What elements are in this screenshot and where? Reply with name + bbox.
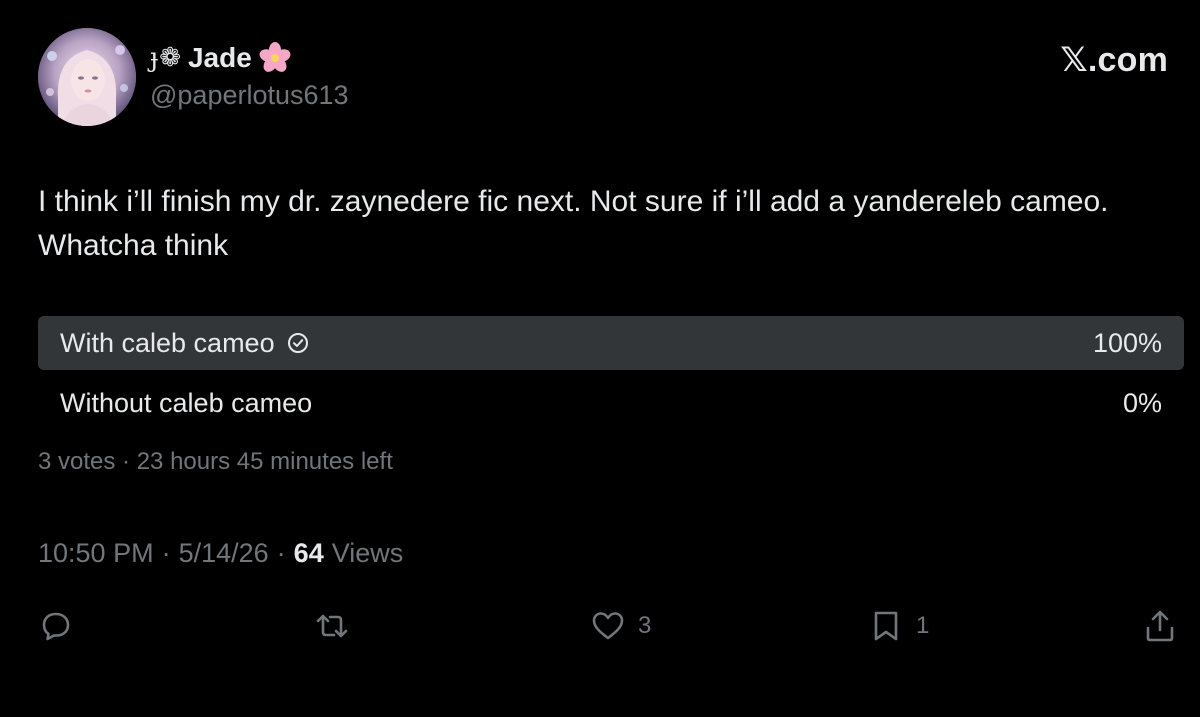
share-button[interactable]	[1142, 606, 1178, 646]
reply-button[interactable]	[38, 606, 86, 646]
bookmark-icon	[868, 608, 904, 644]
like-count: 3	[638, 612, 652, 639]
avatar-image	[38, 28, 136, 126]
retweet-button[interactable]	[314, 606, 362, 646]
poll-option-percent: 100%	[1092, 327, 1162, 358]
poll-option-1[interactable]: With caleb cameo 100%	[38, 316, 1184, 370]
bookmark-count: 1	[916, 612, 930, 639]
poll-option-label: Without caleb cameo	[60, 387, 313, 418]
poll-option-label: With caleb cameo	[60, 327, 275, 358]
separator: ·	[161, 538, 171, 568]
poll: With caleb cameo 100% Without caleb came…	[38, 316, 1184, 436]
tweet-date[interactable]: 5/14/26	[179, 538, 269, 569]
heart-icon	[590, 608, 626, 644]
tweet-meta: 10:50 PM · 5/14/26 · 64 Views	[38, 538, 403, 569]
author-name-row[interactable]: ɟ❁ Jade	[150, 38, 292, 78]
share-icon	[1142, 608, 1178, 644]
avatar[interactable]	[38, 28, 136, 126]
tweet-text: I think i’ll finish my dr. zaynedere fic…	[38, 185, 1109, 262]
like-button[interactable]: 3	[590, 606, 651, 646]
views-count: 64	[293, 538, 324, 568]
tweet: ɟ❁ Jade @paperlotus613 𝕏.com I think i’l…	[0, 0, 1200, 717]
retweet-icon	[314, 608, 350, 644]
author-handle[interactable]: @paperlotus613	[150, 80, 349, 111]
brand-logo: 𝕏.com	[1060, 41, 1168, 79]
check-circle-icon	[285, 330, 311, 356]
name-prefix: ɟ❁	[150, 43, 182, 73]
tweet-time[interactable]: 10:50 PM	[38, 538, 154, 569]
views-label: Views	[331, 538, 404, 568]
poll-meta: 3 votes · 23 hours 45 minutes left	[38, 448, 393, 475]
poll-option-2[interactable]: Without caleb cameo 0%	[38, 376, 1184, 430]
cherry-blossom-icon	[258, 41, 292, 75]
bookmark-button[interactable]: 1	[868, 606, 929, 646]
reply-icon	[38, 608, 74, 644]
separator: ·	[276, 538, 286, 568]
display-name[interactable]: Jade	[188, 42, 252, 74]
poll-option-percent: 0%	[1122, 387, 1162, 418]
